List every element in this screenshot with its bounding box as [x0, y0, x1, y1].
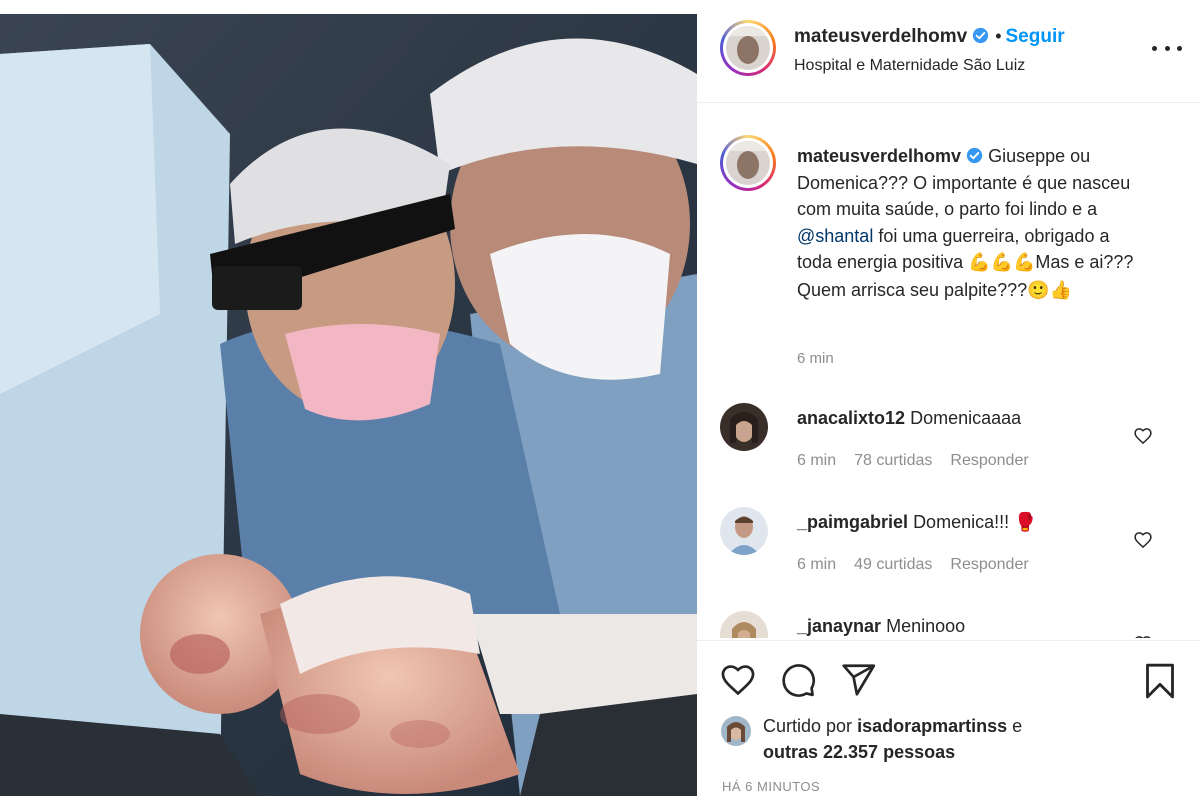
mention-link[interactable]: @shantal	[797, 226, 873, 246]
location-link[interactable]: Hospital e Maternidade São Luiz	[794, 57, 1025, 75]
comment-body: Domenicaaaa	[910, 408, 1022, 428]
reply-button[interactable]: Responder	[950, 452, 1028, 469]
comment-item: _paimgabriel Domenica!!! 🥊 6 min 49 curti…	[697, 502, 1200, 602]
avatar[interactable]	[720, 507, 768, 555]
comment-body: Domenica!!!	[913, 512, 1010, 532]
post-header: mateusverdelhomv • Seguir Hospital e Mater…	[697, 0, 1200, 103]
comment-likes[interactable]: 78 curtidas	[854, 452, 932, 469]
comment-likes[interactable]: 49 curtidas	[854, 556, 932, 573]
verified-badge-icon	[966, 147, 983, 164]
send-icon[interactable]	[839, 661, 877, 699]
header-username[interactable]: mateusverdelhomv	[794, 26, 967, 47]
verified-badge-icon	[973, 27, 989, 44]
comment-heart-icon[interactable]	[1133, 634, 1153, 638]
comment-username[interactable]: _janaynar	[797, 616, 881, 636]
profile-avatar-ring[interactable]	[720, 20, 776, 76]
separator-dot: •	[995, 26, 1002, 46]
comment-meta: 6 min 78 curtidas Responder	[797, 452, 1047, 470]
likes-connector: e	[1012, 716, 1023, 736]
likes-others-link[interactable]: outras 22.357 pessoas	[763, 742, 955, 762]
avatar[interactable]	[720, 611, 768, 638]
comments-list[interactable]: anacalixto12 Domenicaaaa 6 min 78 curtida…	[697, 380, 1200, 638]
avatar	[726, 26, 770, 70]
comment-item: anacalixto12 Domenicaaaa 6 min 78 curtida…	[697, 398, 1200, 498]
caption-text: mateusverdelhomv Giuseppe ou Domenica???…	[797, 143, 1142, 304]
comment-username[interactable]: anacalixto12	[797, 408, 905, 428]
comment-body: Meninooo	[886, 616, 966, 636]
reply-button[interactable]: Responder	[950, 556, 1028, 573]
avatar[interactable]	[721, 716, 751, 746]
follow-button[interactable]: Seguir	[1006, 26, 1065, 47]
bookmark-icon[interactable]	[1140, 661, 1180, 701]
post-sidebar: mateusverdelhomv • Seguir Hospital e Mater…	[697, 0, 1200, 800]
comment-item: _janaynar Meninooo	[697, 606, 1200, 638]
flexed-biceps-emoji: 💪💪💪	[968, 252, 1036, 273]
comment-heart-icon[interactable]	[1133, 426, 1153, 446]
comment-heart-icon[interactable]	[1133, 530, 1153, 550]
comment-icon[interactable]	[779, 661, 817, 699]
comment-text: _paimgabriel Domenica!!! 🥊	[797, 512, 1037, 533]
avatar[interactable]	[720, 403, 768, 451]
more-horizontal-icon[interactable]	[1152, 40, 1182, 56]
likes-user-link[interactable]: isadorapmartinss	[857, 716, 1007, 736]
post-timestamp[interactable]: HÁ 6 MINUTOS	[722, 779, 820, 794]
avatar	[726, 141, 770, 185]
caption-avatar-ring[interactable]	[720, 135, 776, 191]
comment-time: 6 min	[797, 452, 837, 469]
caption-time: 6 min	[797, 350, 834, 367]
comment-text: anacalixto12 Domenicaaaa	[797, 408, 1021, 429]
comment-meta: 6 min 49 curtidas Responder	[797, 556, 1047, 574]
comment-username[interactable]: _paimgabriel	[797, 512, 908, 532]
comment-text: _janaynar Meninooo	[797, 616, 965, 637]
likes-text: Curtido por isadorapmartinss e outras 22…	[763, 713, 1163, 765]
comment-time: 6 min	[797, 556, 837, 573]
smile-thumbs-emoji: 🙂👍	[1027, 279, 1072, 301]
heart-icon[interactable]	[719, 661, 757, 699]
boxing-glove-emoji: 🥊	[1014, 512, 1037, 533]
caption-username[interactable]: mateusverdelhomv	[797, 146, 961, 166]
post-photo[interactable]	[0, 14, 697, 796]
post-actions: Curtido por isadorapmartinss e outras 22…	[697, 640, 1200, 800]
likes-prefix: Curtido por	[763, 716, 853, 736]
